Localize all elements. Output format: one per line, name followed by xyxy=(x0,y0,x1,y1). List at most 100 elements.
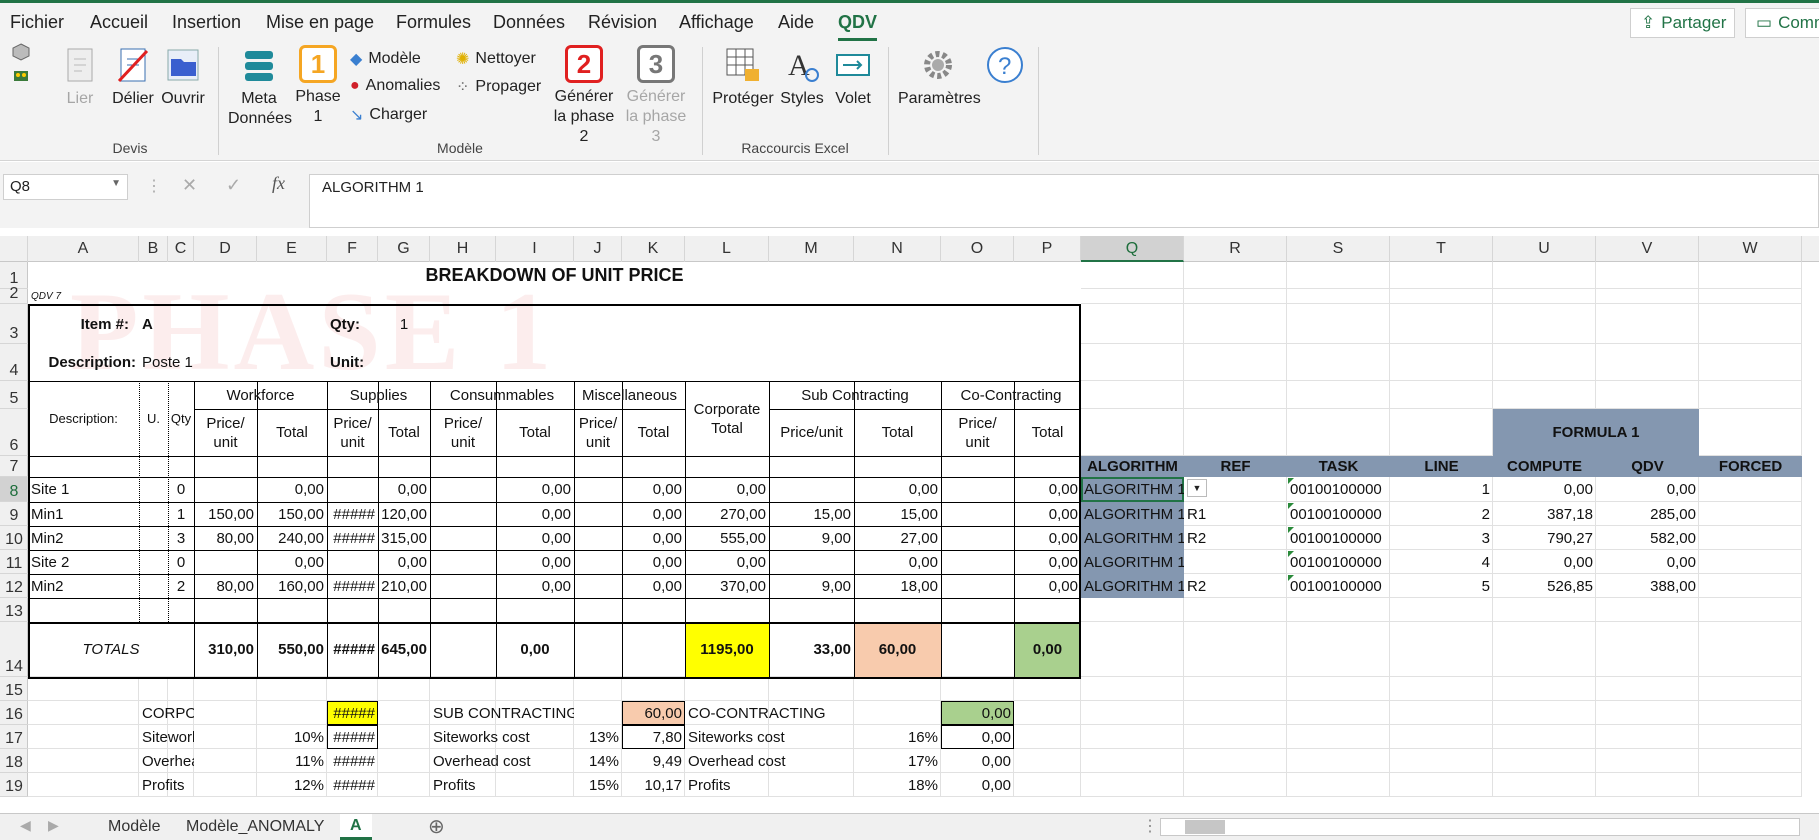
line-l[interactable]: 0,00 xyxy=(685,550,769,574)
subcontracting-total[interactable]: 60,00 xyxy=(622,701,685,725)
item-label[interactable]: Item #: xyxy=(28,304,139,344)
line-p[interactable]: 0,00 xyxy=(1014,550,1081,574)
tab-insertion[interactable]: Insertion xyxy=(172,12,241,33)
algo-task[interactable]: 00100100000 xyxy=(1287,574,1390,598)
total-p[interactable]: 0,00 xyxy=(1014,622,1081,677)
name-box[interactable]: Q8 ▼ xyxy=(3,174,128,200)
header-miscellaneous[interactable]: Miscellaneous xyxy=(574,381,685,409)
line-description[interactable]: Min2 xyxy=(28,526,139,550)
line-k[interactable]: 0,00 xyxy=(622,477,685,502)
line-m[interactable] xyxy=(769,550,854,574)
algo-header-algorithm[interactable]: ALGORITHM xyxy=(1081,456,1184,477)
line-g[interactable]: 210,00 xyxy=(378,574,430,598)
tab-qdv[interactable]: QDV xyxy=(838,12,878,41)
line-m[interactable]: 9,00 xyxy=(769,526,854,550)
algo-line[interactable]: 5 xyxy=(1390,574,1493,598)
algo-algorithm[interactable]: ALGORITHM 1 xyxy=(1081,550,1184,574)
algo-ref[interactable]: R2 xyxy=(1184,574,1287,598)
algo-header-compute[interactable]: COMPUTE xyxy=(1493,456,1596,477)
function-icon[interactable]: fx xyxy=(272,173,285,194)
line-description[interactable]: Min1 xyxy=(28,502,139,526)
line-description[interactable]: Site 1 xyxy=(28,477,139,502)
header-total[interactable]: Total xyxy=(1014,409,1081,456)
volet-button[interactable]: Volet xyxy=(830,45,876,109)
proteger-button[interactable]: Protéger xyxy=(712,45,774,109)
line-f[interactable] xyxy=(327,550,378,574)
line-l[interactable]: 270,00 xyxy=(685,502,769,526)
formula-input[interactable]: ALGORITHM 1 xyxy=(309,174,1819,228)
header-total[interactable]: Total xyxy=(622,409,685,456)
line-d[interactable] xyxy=(194,550,257,574)
algo-compute[interactable]: 790,27 xyxy=(1493,526,1596,550)
subcontracting-overhead-pct[interactable]: 14% xyxy=(574,749,622,773)
line-h[interactable] xyxy=(430,526,496,550)
cocontracting-title[interactable]: CO-CONTRACTING xyxy=(685,701,854,725)
algo-line[interactable]: 2 xyxy=(1390,502,1493,526)
charger-button[interactable]: ↘ Charger xyxy=(350,105,427,125)
line-description[interactable]: Site 2 xyxy=(28,550,139,574)
total-m[interactable]: 33,00 xyxy=(769,622,854,677)
line-k[interactable]: 0,00 xyxy=(622,526,685,550)
algo-qdv[interactable]: 582,00 xyxy=(1596,526,1699,550)
corporate-siteworks-value[interactable]: ##### xyxy=(327,725,378,749)
prev-sheet-icon[interactable]: ◀ xyxy=(20,817,31,834)
cocontracting-siteworks-label[interactable]: Siteworks cost xyxy=(685,725,854,749)
cocontracting-overhead-label[interactable]: Overhead cost xyxy=(685,749,854,773)
line-p[interactable]: 0,00 xyxy=(1014,574,1081,598)
algo-compute[interactable]: 0,00 xyxy=(1493,477,1596,502)
sheet-tab-mod-le[interactable]: Modèle xyxy=(98,814,170,840)
comments-button[interactable]: ▭Comm xyxy=(1745,8,1819,38)
line-p[interactable]: 0,00 xyxy=(1014,526,1081,550)
line-d[interactable] xyxy=(194,477,257,502)
line-qty[interactable]: 1 xyxy=(168,502,194,526)
corporate-title[interactable]: CORPORATE xyxy=(139,701,194,725)
line-m[interactable]: 9,00 xyxy=(769,574,854,598)
line-e[interactable]: 0,00 xyxy=(257,477,327,502)
algo-ref[interactable] xyxy=(1184,477,1287,502)
line-description[interactable]: Min2 xyxy=(28,574,139,598)
header-total[interactable]: Total xyxy=(496,409,574,456)
totals-label[interactable]: TOTALS xyxy=(28,622,194,677)
line-h[interactable] xyxy=(430,550,496,574)
line-f[interactable] xyxy=(327,477,378,502)
algo-algorithm[interactable]: ALGORITHM 1 xyxy=(1081,502,1184,526)
subcontracting-profits-value[interactable]: 10,17 xyxy=(622,773,685,797)
check-icon[interactable]: ✓ xyxy=(226,175,241,196)
subcontracting-profits-label[interactable]: Profits xyxy=(430,773,574,797)
line-k[interactable]: 0,00 xyxy=(622,574,685,598)
line-o[interactable] xyxy=(941,550,1014,574)
tab-accueil[interactable]: Accueil xyxy=(90,12,148,33)
meta-donnees-button[interactable]: Meta Données xyxy=(228,45,292,129)
header-u[interactable]: U. xyxy=(139,381,168,456)
header-total[interactable]: Total xyxy=(378,409,430,456)
line-o[interactable] xyxy=(941,574,1014,598)
line-l[interactable]: 370,00 xyxy=(685,574,769,598)
algo-task[interactable]: 00100100000 xyxy=(1287,526,1390,550)
line-p[interactable]: 0,00 xyxy=(1014,477,1081,502)
header-price-unit[interactable]: Price/unit xyxy=(430,409,496,456)
nettoyer-button[interactable]: ✺ Nettoyer xyxy=(456,49,536,69)
modele-button[interactable]: ◆ Modèle xyxy=(350,49,421,69)
line-j[interactable] xyxy=(574,502,622,526)
header-supplies[interactable]: Supplies xyxy=(327,381,430,409)
algo-compute[interactable]: 0,00 xyxy=(1493,550,1596,574)
styles-button[interactable]: A Styles xyxy=(774,45,830,109)
sheet-tab-a[interactable]: A xyxy=(340,814,372,840)
corporate-overhead-pct[interactable]: 11% xyxy=(257,749,327,773)
line-m[interactable]: 15,00 xyxy=(769,502,854,526)
header-consummables[interactable]: Consummables xyxy=(430,381,574,409)
line-k[interactable]: 0,00 xyxy=(622,502,685,526)
parametres-button[interactable]: Paramètres xyxy=(898,45,981,109)
algo-ref[interactable]: R1 xyxy=(1184,502,1287,526)
cocontracting-siteworks-pct[interactable]: 16% xyxy=(854,725,941,749)
subcontracting-siteworks-pct[interactable]: 13% xyxy=(574,725,622,749)
description-label[interactable]: Description: xyxy=(28,344,139,381)
line-d[interactable]: 80,00 xyxy=(194,574,257,598)
line-qty[interactable]: 0 xyxy=(168,550,194,574)
line-o[interactable] xyxy=(941,477,1014,502)
corporate-total[interactable]: ##### xyxy=(327,701,378,725)
line-h[interactable] xyxy=(430,574,496,598)
subcontracting-profits-pct[interactable]: 15% xyxy=(574,773,622,797)
line-f[interactable]: ##### xyxy=(327,574,378,598)
subcontracting-siteworks-value[interactable]: 7,80 xyxy=(622,725,685,749)
